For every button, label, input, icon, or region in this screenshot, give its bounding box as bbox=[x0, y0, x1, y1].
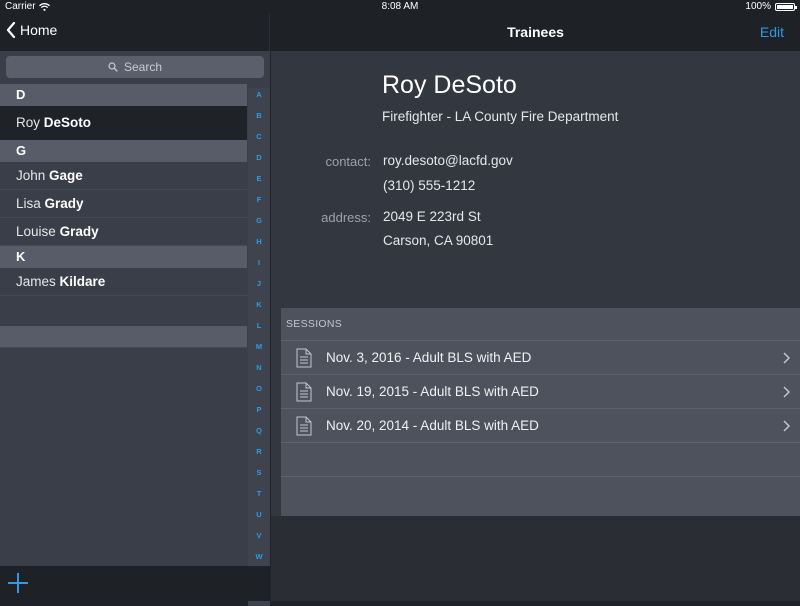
search-icon bbox=[108, 62, 118, 72]
index-letter[interactable]: L bbox=[257, 321, 262, 331]
index-letter[interactable]: U bbox=[256, 510, 261, 520]
section-header-d: D bbox=[0, 84, 247, 106]
session-label: Nov. 19, 2015 - Adult BLS with AED bbox=[326, 384, 539, 399]
list-item[interactable]: Roy DeSoto bbox=[0, 106, 247, 140]
session-label: Nov. 20, 2014 - Adult BLS with AED bbox=[326, 418, 539, 433]
first-name: Roy bbox=[16, 115, 41, 130]
session-row[interactable]: Nov. 20, 2014 - Adult BLS with AED bbox=[281, 408, 800, 442]
search-input[interactable]: Search bbox=[6, 56, 264, 78]
index-letter[interactable]: D bbox=[256, 153, 261, 163]
trainee-detail-panel: Roy DeSoto Firefighter - LA County Fire … bbox=[271, 51, 800, 601]
navigation-bar: Home Trainees Edit bbox=[0, 14, 800, 51]
session-row[interactable]: Nov. 3, 2016 - Adult BLS with AED bbox=[281, 340, 800, 374]
address-label: address: bbox=[321, 210, 371, 225]
document-icon bbox=[296, 416, 312, 436]
index-letter[interactable]: O bbox=[256, 384, 262, 394]
list-item[interactable]: James Kildare bbox=[0, 268, 247, 296]
address-line-1[interactable]: 2049 E 223rd St bbox=[383, 209, 481, 224]
last-name: Grady bbox=[59, 224, 99, 239]
index-letter[interactable]: P bbox=[256, 405, 261, 415]
index-letter[interactable]: N bbox=[256, 363, 261, 373]
document-icon bbox=[296, 348, 312, 368]
master-nav-bar: Home bbox=[0, 14, 270, 51]
page-title: Trainees bbox=[507, 24, 564, 40]
sessions-panel: SESSIONS Nov. 3, 2016 - Adult BLS with A… bbox=[281, 308, 800, 516]
index-letter[interactable]: G bbox=[256, 216, 262, 226]
session-empty-row bbox=[281, 442, 800, 476]
index-letter[interactable]: W bbox=[255, 552, 262, 562]
edit-button[interactable]: Edit bbox=[760, 24, 784, 40]
search-placeholder: Search bbox=[123, 60, 163, 74]
section-header-g: G bbox=[0, 140, 247, 162]
sessions-header: SESSIONS bbox=[286, 318, 343, 330]
back-button-label: Home bbox=[20, 22, 58, 38]
index-letter[interactable]: R bbox=[256, 447, 261, 457]
section-header-k: K bbox=[0, 246, 247, 268]
document-icon bbox=[296, 382, 312, 402]
trainee-title: Firefighter - LA County Fire Department bbox=[382, 109, 619, 124]
index-letter[interactable]: S bbox=[256, 468, 261, 478]
trainee-list-panel: Search D Roy DeSoto G John Gage Lisa Gra… bbox=[0, 51, 270, 606]
last-name: Kildare bbox=[59, 274, 106, 289]
battery-icon bbox=[775, 2, 797, 11]
index-letter[interactable]: H bbox=[256, 237, 261, 247]
battery-percent: 100% bbox=[745, 1, 771, 12]
last-name: Gage bbox=[49, 168, 83, 183]
section-index-bar[interactable]: ABCDEFGHIJKLMNOPQRSTUVWXY bbox=[248, 88, 270, 606]
chevron-right-icon bbox=[783, 420, 790, 432]
list-item[interactable]: Lisa Grady bbox=[0, 190, 247, 218]
session-row[interactable]: Nov. 19, 2015 - Adult BLS with AED bbox=[281, 374, 800, 408]
master-toolbar bbox=[0, 566, 270, 601]
last-name: Grady bbox=[44, 196, 84, 211]
index-letter[interactable]: T bbox=[257, 489, 262, 499]
status-bar: Carrier 8:08 AM 100% bbox=[0, 0, 800, 14]
first-name: James bbox=[16, 274, 56, 289]
index-letter[interactable]: Q bbox=[256, 426, 262, 436]
list-item[interactable]: John Gage bbox=[0, 162, 247, 190]
contact-label: contact: bbox=[325, 154, 371, 169]
back-button[interactable]: Home bbox=[6, 22, 57, 38]
index-letter[interactable]: V bbox=[256, 531, 261, 541]
trainee-name: Roy DeSoto bbox=[382, 71, 517, 99]
index-letter[interactable]: E bbox=[256, 174, 261, 184]
index-letter[interactable]: K bbox=[256, 300, 261, 310]
index-letter[interactable]: I bbox=[258, 258, 260, 268]
phone-value[interactable]: (310) 555-1212 bbox=[383, 178, 475, 193]
email-value[interactable]: roy.desoto@lacfd.gov bbox=[383, 153, 513, 168]
index-letter[interactable]: C bbox=[256, 132, 261, 142]
profile-card: Roy DeSoto Firefighter - LA County Fire … bbox=[271, 51, 800, 308]
first-name: Louise bbox=[16, 224, 56, 239]
list-footer-bar bbox=[0, 326, 247, 348]
chevron-left-icon bbox=[6, 22, 16, 38]
detail-bottom-area bbox=[271, 516, 800, 601]
first-name: John bbox=[16, 168, 46, 183]
index-letter[interactable]: M bbox=[256, 342, 262, 352]
list-item[interactable]: Louise Grady bbox=[0, 218, 247, 246]
index-letter[interactable]: B bbox=[256, 111, 261, 121]
chevron-right-icon bbox=[783, 386, 790, 398]
status-time: 8:08 AM bbox=[381, 1, 419, 12]
address-line-2[interactable]: Carson, CA 90801 bbox=[383, 233, 493, 248]
index-letter[interactable]: J bbox=[257, 279, 261, 289]
add-trainee-button[interactable] bbox=[8, 573, 28, 593]
last-name: DeSoto bbox=[43, 115, 92, 130]
chevron-right-icon bbox=[783, 352, 790, 364]
trainee-list: D Roy DeSoto G John Gage Lisa Grady Loui… bbox=[0, 84, 247, 348]
index-letter[interactable]: F bbox=[257, 195, 262, 205]
session-empty-row bbox=[281, 476, 800, 516]
first-name: Lisa bbox=[16, 196, 41, 211]
index-letter[interactable]: A bbox=[256, 90, 261, 100]
session-label: Nov. 3, 2016 - Adult BLS with AED bbox=[326, 350, 532, 365]
battery-indicator: 100% bbox=[745, 1, 797, 12]
